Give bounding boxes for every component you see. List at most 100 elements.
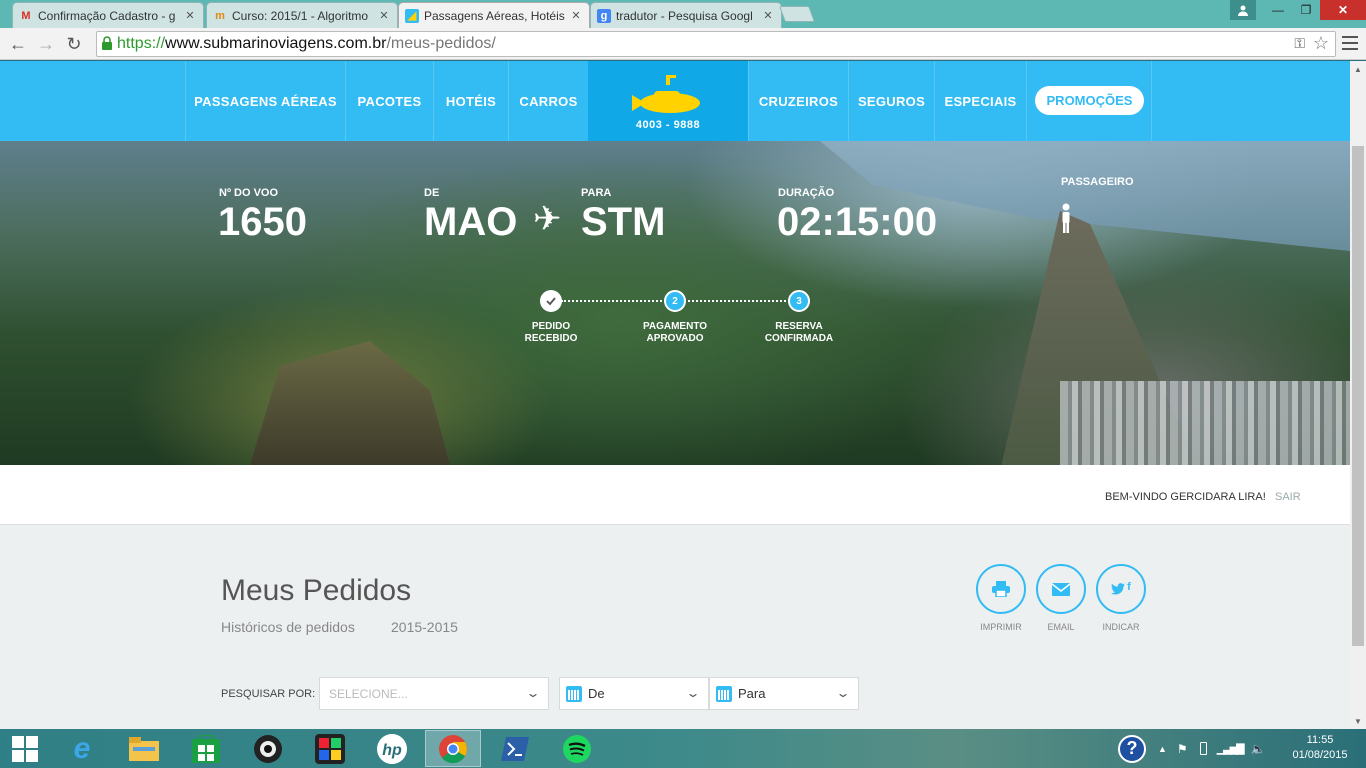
airplane-icon: ✈ — [533, 200, 562, 238]
chrome-taskbar-icon[interactable] — [425, 730, 481, 767]
powershell-icon[interactable] — [487, 730, 543, 767]
tab-close-icon[interactable]: ✕ — [761, 9, 775, 22]
minimize-button[interactable]: — — [1264, 0, 1292, 20]
page-viewport: PASSAGENS AÉREAS PACOTES HOTÉIS CARROS 4… — [0, 61, 1350, 729]
tab-gmail[interactable]: M Confirmação Cadastro - g ✕ — [12, 2, 204, 28]
phone-number: 4003 - 9888 — [635, 119, 701, 131]
hero-background-rock — [250, 341, 450, 465]
step-3-label: RESERVA CONFIRMADA — [754, 321, 844, 345]
windows-store-icon[interactable] — [178, 730, 234, 767]
period-range: 2015-2015 — [391, 619, 458, 635]
scroll-thumb[interactable] — [1352, 146, 1364, 646]
date-to-select[interactable]: Para ⌄ — [709, 677, 859, 710]
welcome-message: BEM-VINDO GERCIDARA LIRA! — [1105, 491, 1266, 503]
key-icon[interactable]: ⚿ — [1294, 35, 1305, 52]
address-bar[interactable]: https://www.submarinoviagens.com.br/meus… — [96, 31, 1336, 57]
submarino-icon: ◢ — [405, 8, 419, 23]
user-icon[interactable] — [1230, 0, 1256, 20]
print-icon[interactable] — [976, 564, 1026, 614]
date-from-label: De — [588, 686, 605, 701]
step-1-line1: PEDIDO — [531, 321, 571, 332]
nav-item-especiais[interactable]: ESPECIAIS — [934, 61, 1026, 141]
tab-close-icon[interactable]: ✕ — [569, 9, 583, 22]
forward-arrow-icon[interactable]: → — [34, 32, 58, 56]
browser-toolbar: ← → ↻ https://www.submarinoviagens.com.b… — [0, 28, 1366, 60]
email-icon[interactable] — [1036, 564, 1086, 614]
help-icon[interactable]: ? — [1118, 734, 1146, 763]
nav-item-seguros[interactable]: SEGUROS — [848, 61, 934, 141]
close-window-button[interactable]: ✕ — [1320, 0, 1366, 20]
network-signal-icon[interactable]: ▁▃▅▇ — [1217, 742, 1245, 755]
promo-button[interactable]: PROMOÇÕES — [1035, 86, 1144, 115]
internet-explorer-icon[interactable]: e — [54, 730, 110, 767]
logout-link[interactable]: SAIR — [1275, 491, 1301, 503]
tab-title: Passagens Aéreas, Hotéis — [424, 8, 565, 23]
step-2-badge: 2 — [664, 290, 686, 312]
file-explorer-icon[interactable] — [116, 730, 172, 767]
flight-number-label: Nº DO VOO — [219, 187, 279, 199]
hero-background-city — [1060, 381, 1350, 465]
passenger-label: PASSAGEIRO — [1061, 176, 1134, 188]
chevron-down-icon: ⌄ — [685, 686, 701, 700]
share-icon[interactable]: f — [1096, 564, 1146, 614]
page-scrollbar[interactable]: ▲ ▼ — [1350, 61, 1366, 729]
step-3-line1: RESERVA — [775, 321, 823, 332]
step-1-label: PEDIDO RECEBIDO — [506, 321, 596, 345]
scroll-down-icon[interactable]: ▼ — [1350, 713, 1366, 729]
battery-icon[interactable] — [1199, 742, 1207, 755]
share-action[interactable]: f INDICAR — [1096, 564, 1146, 632]
step-1-line2: RECEBIDO — [524, 333, 578, 344]
tab-close-icon[interactable]: ✕ — [377, 9, 391, 22]
scroll-up-icon[interactable]: ▲ — [1350, 61, 1366, 77]
reload-icon[interactable]: ↻ — [62, 32, 86, 56]
start-button[interactable] — [0, 730, 50, 767]
tab-title: Curso: 2015/1 - Algoritmo — [232, 8, 369, 23]
tab-submarino[interactable]: ◢ Passagens Aéreas, Hotéis ✕ — [398, 2, 590, 28]
site-logo[interactable]: 4003 - 9888 — [588, 61, 748, 141]
tab-google[interactable]: g tradutor - Pesquisa Googl ✕ — [590, 2, 782, 28]
restore-button[interactable]: ❐ — [1292, 0, 1320, 20]
hp-app-icon[interactable]: hp — [364, 730, 420, 767]
webcam-app-icon[interactable] — [240, 730, 296, 767]
tab-close-icon[interactable]: ✕ — [183, 9, 197, 22]
welcome-bar: BEM-VINDO GERCIDARA LIRA! SAIR — [0, 465, 1350, 525]
tab-curso[interactable]: m Curso: 2015/1 - Algoritmo ✕ — [206, 2, 398, 28]
volume-icon[interactable]: 🔈 — [1251, 742, 1266, 756]
show-hidden-icons-chevron-up-icon[interactable]: ▲ — [1158, 744, 1167, 754]
back-arrow-icon[interactable]: ← — [6, 32, 30, 56]
bookmark-star-icon[interactable]: ☆ — [1313, 33, 1329, 54]
nav-item-pacotes[interactable]: PACOTES — [345, 61, 433, 141]
search-label: PESQUISAR POR: — [221, 688, 316, 700]
nav-item-cruzeiros[interactable]: CRUZEIROS — [748, 61, 848, 141]
taskbar-clock[interactable]: 11:55 01/08/2015 — [1280, 733, 1360, 763]
tab-title: tradutor - Pesquisa Googl — [616, 8, 753, 23]
lock-icon — [101, 35, 113, 53]
origin-label: DE — [424, 187, 440, 199]
flag-icon[interactable]: ⚑ — [1177, 742, 1188, 756]
date-from-select[interactable]: De ⌄ — [559, 677, 709, 710]
step-1-check-icon — [540, 290, 562, 312]
destination-code: STM — [581, 200, 666, 244]
url-domain: www.submarinoviagens.com.br — [165, 35, 387, 52]
photo-app-icon[interactable] — [302, 730, 358, 767]
nav-item-passagens[interactable]: PASSAGENS AÉREAS — [185, 61, 345, 141]
chrome-menu-icon[interactable] — [1342, 34, 1358, 52]
step-3-badge: 3 — [788, 290, 810, 312]
search-type-select[interactable]: SELECIONE... ⌄ — [319, 677, 549, 710]
new-tab-button[interactable] — [779, 6, 815, 22]
nav-item-carros[interactable]: CARROS — [508, 61, 588, 141]
nav-item-hoteis[interactable]: HOTÉIS — [433, 61, 508, 141]
origin-code: MAO — [424, 200, 518, 244]
print-action[interactable]: IMPRIMIR — [976, 564, 1026, 632]
duration-value: 02:15:00 — [777, 200, 938, 244]
spotify-icon[interactable] — [549, 730, 605, 767]
url-path: /meus-pedidos/ — [386, 35, 496, 52]
window-controls: — ❐ ✕ — [1230, 0, 1366, 20]
moodle-icon: m — [215, 9, 225, 22]
destination-label: PARA — [581, 187, 612, 199]
passenger-icon — [1062, 203, 1070, 233]
calendar-icon — [716, 685, 732, 702]
windows-taskbar: e hp ? ▲ ⚑ ▁▃▅▇ 🔈 11:55 01/08/2015 — [0, 729, 1366, 768]
email-action[interactable]: EMAIL — [1036, 564, 1086, 632]
step-3-line2: CONFIRMADA — [764, 333, 834, 344]
